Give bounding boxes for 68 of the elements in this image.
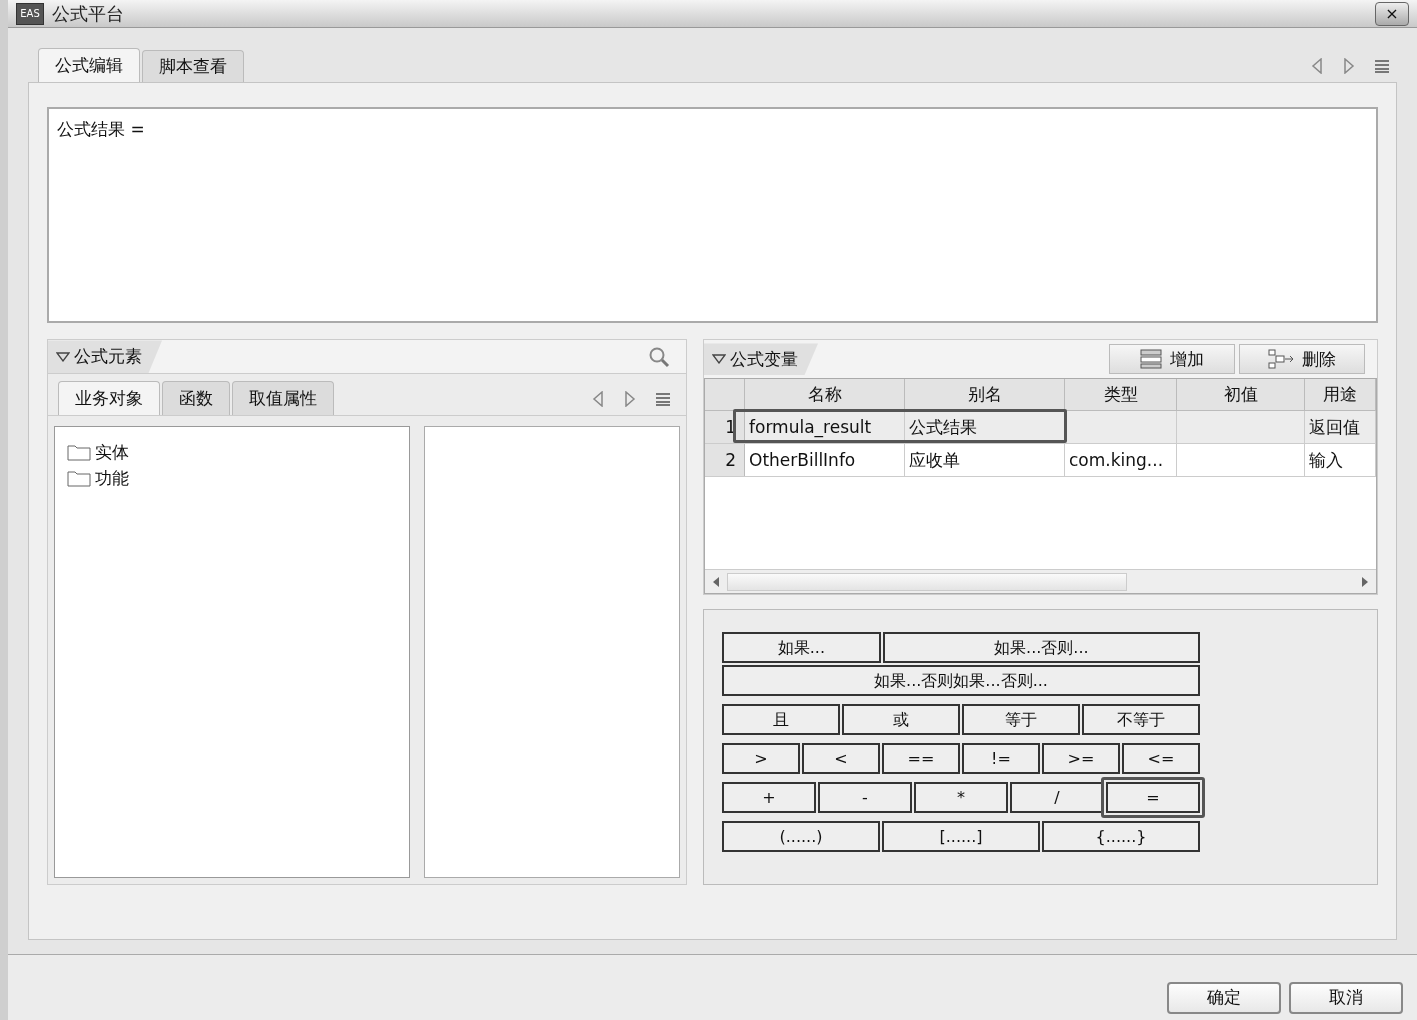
scroll-right-icon[interactable] xyxy=(1343,58,1355,75)
table-cell: 返回值 xyxy=(1305,411,1376,444)
tab[interactable]: 取值属性 xyxy=(232,381,334,416)
operator-button[interactable]: = xyxy=(1106,782,1200,814)
close-button[interactable]: × xyxy=(1375,1,1409,26)
operator-button[interactable]: 且 xyxy=(722,704,840,736)
tree-arrow-icon xyxy=(1268,349,1294,370)
delete-button[interactable]: 删除 xyxy=(1239,344,1365,375)
column-header: 用途 xyxy=(1305,379,1376,411)
row-number: 2 xyxy=(705,444,745,477)
operator-button[interactable]: 不等于 xyxy=(1082,704,1200,736)
menu-icon[interactable] xyxy=(1375,59,1389,74)
operator-button[interactable]: 如果... xyxy=(722,632,881,664)
table-cell: 输入 xyxy=(1305,444,1376,477)
table-cell: com.king... xyxy=(1065,444,1177,477)
scrollbar-thumb[interactable] xyxy=(727,572,1127,591)
column-header: 初值 xyxy=(1177,379,1305,411)
operator-button[interactable]: (......) xyxy=(722,821,880,853)
tree-item[interactable]: 实体 xyxy=(67,439,397,466)
scroll-left-icon[interactable] xyxy=(592,391,604,408)
scroll-right-icon[interactable] xyxy=(624,391,636,408)
operator-button[interactable]: * xyxy=(914,782,1008,814)
folder-icon xyxy=(67,443,91,462)
app-logo: EAS xyxy=(16,2,44,25)
operator-button[interactable]: / xyxy=(1010,782,1104,814)
cancel-button[interactable]: 取消 xyxy=(1289,981,1403,1014)
operator-button[interactable]: 如果...否则如果...否则... xyxy=(722,665,1200,697)
formula-editor[interactable]: 公式结果 = xyxy=(47,107,1378,324)
tab[interactable]: 业务对象 xyxy=(58,381,160,416)
tree-item[interactable]: 功能 xyxy=(67,465,397,492)
operator-button[interactable]: >= xyxy=(1042,743,1120,775)
operator-button[interactable]: <= xyxy=(1122,743,1200,775)
panel-toggle[interactable]: 公式元素 xyxy=(48,340,162,374)
expanded-arrow-icon xyxy=(56,351,70,362)
operator-button[interactable]: - xyxy=(818,782,912,814)
scroll-left-icon[interactable] xyxy=(1311,58,1323,75)
horizontal-scrollbar[interactable] xyxy=(705,569,1376,594)
menu-icon[interactable] xyxy=(656,392,670,407)
add-button[interactable]: 增加 xyxy=(1109,344,1235,375)
table-cell: OtherBillInfo xyxy=(745,444,905,477)
table-row[interactable]: 2 OtherBillInfo 应收单 com.king... 输入 xyxy=(705,444,1376,478)
operator-button[interactable]: {......} xyxy=(1042,821,1200,853)
operator-button[interactable]: != xyxy=(962,743,1040,775)
tab[interactable]: 函数 xyxy=(162,381,230,416)
table-cell: formula_result xyxy=(745,411,905,444)
folder-icon xyxy=(67,469,91,488)
ok-button[interactable]: 确定 xyxy=(1167,981,1281,1014)
tab[interactable]: 脚本查看 xyxy=(142,50,244,83)
operator-button[interactable]: 如果...否则... xyxy=(882,632,1200,664)
operator-button[interactable]: < xyxy=(802,743,880,775)
table-row[interactable]: 1 formula_result 公式结果 返回值 xyxy=(705,411,1376,445)
operator-button[interactable]: + xyxy=(722,782,816,814)
column-header: 类型 xyxy=(1065,379,1177,411)
column-header: 名称 xyxy=(745,379,905,411)
operator-button[interactable]: [......] xyxy=(882,821,1040,853)
search-icon[interactable] xyxy=(648,345,670,368)
panel-toggle[interactable]: 公式变量 xyxy=(704,343,818,376)
expanded-arrow-icon xyxy=(712,354,726,365)
window-title: 公式平台 xyxy=(52,2,124,27)
rows-icon xyxy=(1140,349,1162,370)
tab[interactable]: 公式编辑 xyxy=(38,48,140,83)
operator-button[interactable]: 等于 xyxy=(962,704,1080,736)
operator-button[interactable]: 或 xyxy=(842,704,960,736)
table-cell: 公式结果 xyxy=(905,411,1065,444)
column-header: 别名 xyxy=(905,379,1065,411)
operator-button[interactable]: == xyxy=(882,743,960,775)
table-cell: 应收单 xyxy=(905,444,1065,477)
operator-button[interactable]: > xyxy=(722,743,800,775)
